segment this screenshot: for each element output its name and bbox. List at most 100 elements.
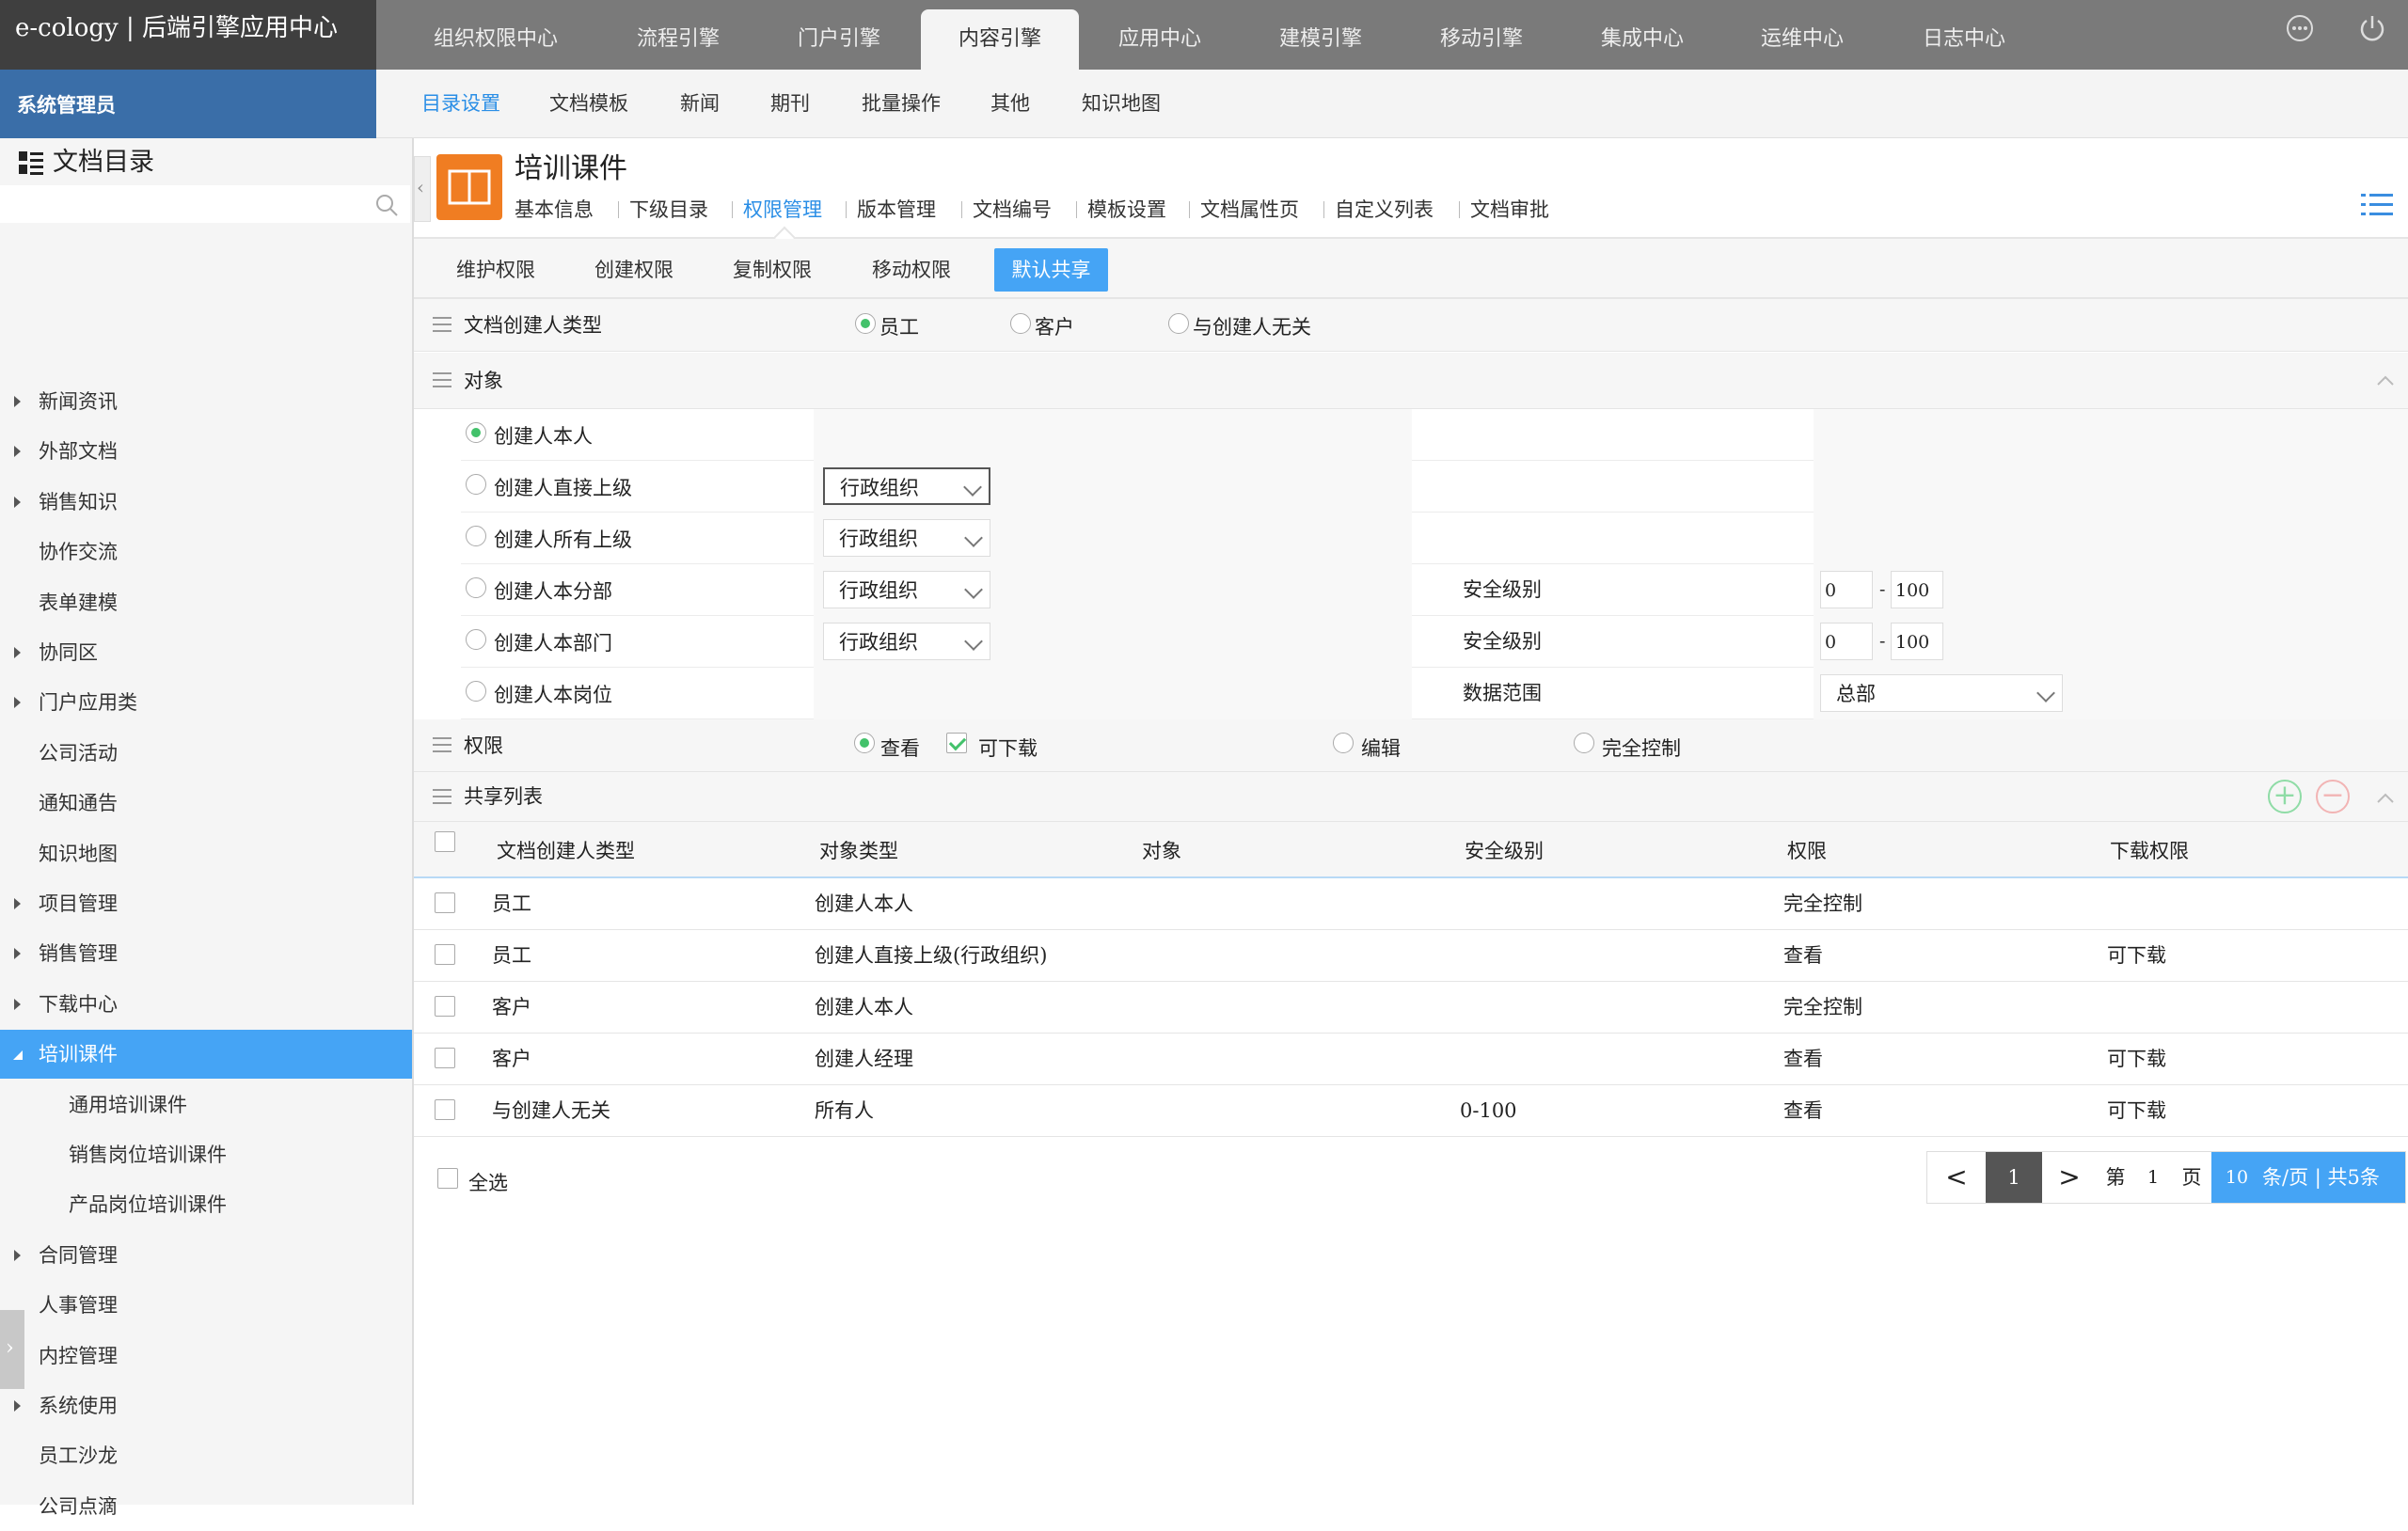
table-row[interactable]: 客户 创建人经理 查看 可下载 xyxy=(414,1034,2408,1085)
permission-radio-2[interactable] xyxy=(1333,733,1354,753)
caret-right-icon[interactable] xyxy=(14,478,24,527)
top-tab-6[interactable]: 移动引擎 xyxy=(1402,0,1561,70)
tree-item[interactable]: 培训课件 xyxy=(0,1030,412,1080)
top-tab-1[interactable]: 流程引擎 xyxy=(598,0,758,70)
list-menu-icon[interactable] xyxy=(2361,192,2393,218)
sidebar-toggle-handle[interactable]: › xyxy=(0,1310,24,1389)
tree-item[interactable]: 项目管理 xyxy=(0,879,412,928)
org-type-select[interactable]: 行政组织 xyxy=(823,623,990,660)
caret-right-icon[interactable] xyxy=(14,879,24,928)
tree-item[interactable]: 协作交流 xyxy=(0,528,412,576)
tree-item[interactable]: 销售管理 xyxy=(0,929,412,978)
page-number-input[interactable]: 1 xyxy=(2134,1152,2172,1203)
object-radio[interactable] xyxy=(466,681,486,702)
select-all-checkbox[interactable] xyxy=(437,1168,458,1189)
creator-type-radio-1[interactable] xyxy=(1010,313,1031,334)
tree-item[interactable]: 外部文档 xyxy=(0,427,412,476)
doc-tab-3[interactable]: 版本管理 xyxy=(857,196,936,224)
creator-type-radio-2[interactable] xyxy=(1168,313,1189,334)
top-tab-3[interactable]: 内容引擎 xyxy=(921,9,1079,70)
tree-item[interactable]: 公司点滴 xyxy=(0,1482,412,1531)
caret-right-icon[interactable] xyxy=(14,377,24,426)
tree-item[interactable]: 表单建模 xyxy=(0,578,412,627)
permission-radio-3[interactable] xyxy=(1574,733,1594,753)
tree-item[interactable]: 合同管理 xyxy=(0,1231,412,1280)
perm-tab-2[interactable]: 复制权限 xyxy=(717,248,828,292)
table-row[interactable]: 员工 创建人直接上级(行政组织) 查看 可下载 xyxy=(414,930,2408,982)
column-header[interactable]: 安全级别 xyxy=(1465,822,1544,880)
top-tab-8[interactable]: 运维中心 xyxy=(1722,0,1882,70)
tree-item[interactable]: 系统使用 xyxy=(0,1381,412,1430)
caret-right-icon[interactable] xyxy=(14,980,24,1029)
doc-tab-4[interactable]: 文档编号 xyxy=(973,196,1052,224)
power-icon[interactable] xyxy=(2357,13,2387,43)
caret-right-icon[interactable] xyxy=(14,929,24,978)
top-tab-5[interactable]: 建模引擎 xyxy=(1241,0,1401,70)
tree-item[interactable]: 通用培训课件 xyxy=(0,1081,412,1129)
tree-item[interactable]: 下载中心 xyxy=(0,980,412,1029)
data-range-select[interactable]: 总部 xyxy=(1820,674,2063,712)
add-share-button[interactable]: + xyxy=(2268,780,2302,813)
tree-item[interactable]: 内控管理 xyxy=(0,1332,412,1381)
doc-tab-6[interactable]: 文档属性页 xyxy=(1200,196,1299,224)
row-select-checkbox[interactable] xyxy=(435,892,455,913)
table-row[interactable]: 与创建人无关 所有人 0-100 查看 可下载 xyxy=(414,1085,2408,1137)
permission-checkbox-1[interactable] xyxy=(946,733,967,753)
security-level-to-input[interactable]: 100 xyxy=(1891,571,1943,608)
top-tab-2[interactable]: 门户引擎 xyxy=(759,0,919,70)
table-row[interactable]: 客户 创建人本人 完全控制 xyxy=(414,982,2408,1034)
tree-search-input[interactable] xyxy=(0,185,357,223)
column-header[interactable]: 文档创建人类型 xyxy=(497,822,635,880)
perm-tab-4[interactable]: 默认共享 xyxy=(994,248,1108,292)
top-tab-9[interactable]: 日志中心 xyxy=(1884,0,2044,70)
doc-tab-8[interactable]: 文档审批 xyxy=(1470,196,1549,224)
header-select-checkbox[interactable] xyxy=(435,831,455,852)
tree-item[interactable]: 销售知识 xyxy=(0,478,412,527)
tree-item[interactable]: 通知通告 xyxy=(0,779,412,828)
subnav-item-1[interactable]: 文档模板 xyxy=(549,70,628,138)
column-header[interactable]: 权限 xyxy=(1787,822,1827,880)
prev-page-button[interactable]: < xyxy=(1927,1152,1986,1203)
column-header[interactable]: 下载权限 xyxy=(2110,822,2189,880)
top-tab-0[interactable]: 组织权限中心 xyxy=(416,0,576,70)
object-radio[interactable] xyxy=(466,577,486,598)
security-level-from-input[interactable]: 0 xyxy=(1820,623,1873,660)
perm-tab-3[interactable]: 移动权限 xyxy=(856,248,967,292)
doc-tab-2[interactable]: 权限管理 xyxy=(743,196,822,224)
tree-item[interactable]: 公司活动 xyxy=(0,729,412,778)
remove-share-button[interactable]: − xyxy=(2316,780,2350,813)
row-select-checkbox[interactable] xyxy=(435,1048,455,1068)
page-size-select[interactable]: 10 xyxy=(2211,1152,2262,1203)
subnav-item-6[interactable]: 知识地图 xyxy=(1082,70,1161,138)
chevron-up-icon[interactable] xyxy=(2376,373,2395,387)
row-select-checkbox[interactable] xyxy=(435,944,455,965)
row-select-checkbox[interactable] xyxy=(435,996,455,1017)
caret-right-icon[interactable] xyxy=(14,1231,24,1280)
caret-right-icon[interactable] xyxy=(14,678,24,727)
security-level-to-input[interactable]: 100 xyxy=(1891,623,1943,660)
doc-tab-5[interactable]: 模板设置 xyxy=(1087,196,1166,224)
object-radio[interactable] xyxy=(466,526,486,546)
object-radio[interactable] xyxy=(466,629,486,650)
object-radio[interactable] xyxy=(466,422,486,443)
doc-tab-7[interactable]: 自定义列表 xyxy=(1335,196,1434,224)
current-page-button[interactable]: 1 xyxy=(1986,1152,2042,1203)
caret-right-icon[interactable] xyxy=(14,427,24,476)
subnav-item-3[interactable]: 期刊 xyxy=(770,70,810,138)
perm-tab-0[interactable]: 维护权限 xyxy=(440,248,551,292)
tree-item[interactable]: 销售岗位培训课件 xyxy=(0,1130,412,1179)
perm-tab-1[interactable]: 创建权限 xyxy=(578,248,689,292)
subnav-item-4[interactable]: 批量操作 xyxy=(862,70,941,138)
next-page-button[interactable]: > xyxy=(2042,1152,2097,1203)
security-level-from-input[interactable]: 0 xyxy=(1820,571,1873,608)
tree-item[interactable]: 人事管理 xyxy=(0,1281,412,1330)
top-tab-4[interactable]: 应用中心 xyxy=(1080,0,1240,70)
doc-tab-0[interactable]: 基本信息 xyxy=(515,196,594,224)
collapse-tree-button[interactable]: ‹ xyxy=(414,156,431,222)
subnav-item-5[interactable]: 其他 xyxy=(990,70,1030,138)
creator-type-radio-0[interactable] xyxy=(855,313,876,334)
more-icon[interactable] xyxy=(2285,13,2315,43)
tree-item[interactable]: 协同区 xyxy=(0,628,412,677)
column-header[interactable]: 对象类型 xyxy=(819,822,898,880)
org-type-select[interactable]: 行政组织 xyxy=(823,571,990,608)
